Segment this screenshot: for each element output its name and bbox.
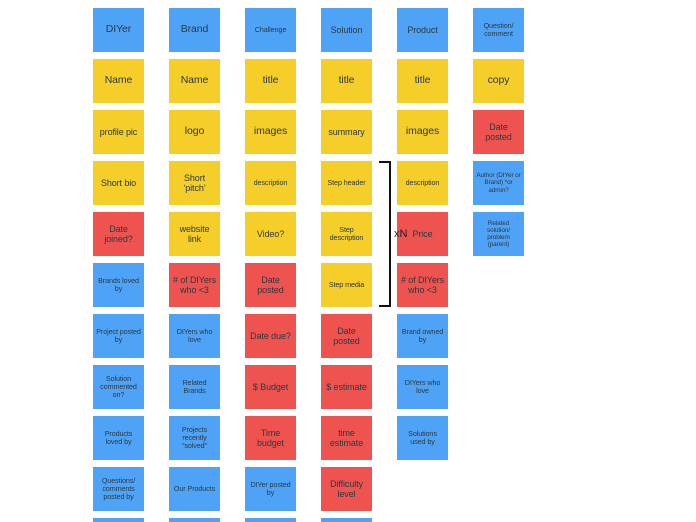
card-diyer-11[interactable]	[93, 518, 144, 522]
card-challenge-5[interactable]: Video?	[245, 212, 296, 256]
card-product-6[interactable]: # of DIYers who <3	[397, 263, 448, 307]
card-challenge-2[interactable]: title	[245, 59, 296, 103]
card-diyer-10[interactable]: Questions/ comments posted by	[93, 467, 144, 511]
card-challenge-1[interactable]: Challenge	[245, 8, 296, 52]
card-solution-10[interactable]: Difficulty level	[321, 467, 372, 511]
card-challenge-3[interactable]: images	[245, 110, 296, 154]
card-challenge-9[interactable]: Time budget	[245, 416, 296, 460]
card-diyer-5[interactable]: Date joined?	[93, 212, 144, 256]
card-question-comment-3[interactable]: Date posted	[473, 110, 524, 154]
card-diyer-7[interactable]: Project posted by	[93, 314, 144, 358]
card-solution-2[interactable]: title	[321, 59, 372, 103]
card-challenge-11[interactable]	[245, 518, 296, 522]
card-board: DIYer Name profile pic Short bio Date joined…	[0, 0, 696, 522]
card-brand-8[interactable]: Related Brands	[169, 365, 220, 409]
card-diyer-6[interactable]: Brands loved by	[93, 263, 144, 307]
card-brand-4[interactable]: Short ‘pitch’	[169, 161, 220, 205]
card-solution-6[interactable]: Step media	[321, 263, 372, 307]
card-diyer-3[interactable]: profile pic	[93, 110, 144, 154]
card-brand-7[interactable]: DIYers who love	[169, 314, 220, 358]
card-challenge-6[interactable]: Date posted	[245, 263, 296, 307]
card-product-3[interactable]: images	[397, 110, 448, 154]
card-solution-8[interactable]: $ estimate	[321, 365, 372, 409]
card-brand-5[interactable]: website link	[169, 212, 220, 256]
card-solution-1[interactable]: Solution	[321, 8, 372, 52]
card-solution-5[interactable]: Step description	[321, 212, 372, 256]
card-question-comment-5[interactable]: Related solution/ problem (parent)	[473, 212, 524, 256]
card-challenge-7[interactable]: Date due?	[245, 314, 296, 358]
card-product-7[interactable]: Brand owned by	[397, 314, 448, 358]
card-question-comment-2[interactable]: copy	[473, 59, 524, 103]
card-brand-3[interactable]: logo	[169, 110, 220, 154]
card-product-9[interactable]: Solutions used by	[397, 416, 448, 460]
card-diyer-8[interactable]: Solution commented on?	[93, 365, 144, 409]
card-brand-9[interactable]: Projects recently “solved”	[169, 416, 220, 460]
card-product-1[interactable]: Product	[397, 8, 448, 52]
card-product-4[interactable]: description	[397, 161, 448, 205]
card-diyer-9[interactable]: Products loved by	[93, 416, 144, 460]
card-challenge-10[interactable]: DIYer posted by	[245, 467, 296, 511]
card-brand-11[interactable]	[169, 518, 220, 522]
repeat-bracket-icon	[379, 161, 391, 307]
card-solution-4[interactable]: Step header	[321, 161, 372, 205]
card-diyer-4[interactable]: Short bio	[93, 161, 144, 205]
card-solution-11[interactable]	[321, 518, 372, 522]
card-question-comment-4[interactable]: Author (DIYer or Brand) *or admin?	[473, 161, 524, 205]
card-diyer-2[interactable]: Name	[93, 59, 144, 103]
card-challenge-8[interactable]: $ Budget	[245, 365, 296, 409]
card-product-8[interactable]: DIYers who love	[397, 365, 448, 409]
card-brand-2[interactable]: Name	[169, 59, 220, 103]
card-product-2[interactable]: title	[397, 59, 448, 103]
card-solution-9[interactable]: time estimate	[321, 416, 372, 460]
card-challenge-4[interactable]: description	[245, 161, 296, 205]
card-solution-7[interactable]: Date posted	[321, 314, 372, 358]
card-brand-10[interactable]: Our Products	[169, 467, 220, 511]
card-diyer-1[interactable]: DIYer	[93, 8, 144, 52]
card-product-5[interactable]: Price	[397, 212, 448, 256]
card-brand-1[interactable]: Brand	[169, 8, 220, 52]
card-brand-6[interactable]: # of DIYers who <3	[169, 263, 220, 307]
card-solution-3[interactable]: summary	[321, 110, 372, 154]
card-question-comment-1[interactable]: Question/ comment	[473, 8, 524, 52]
